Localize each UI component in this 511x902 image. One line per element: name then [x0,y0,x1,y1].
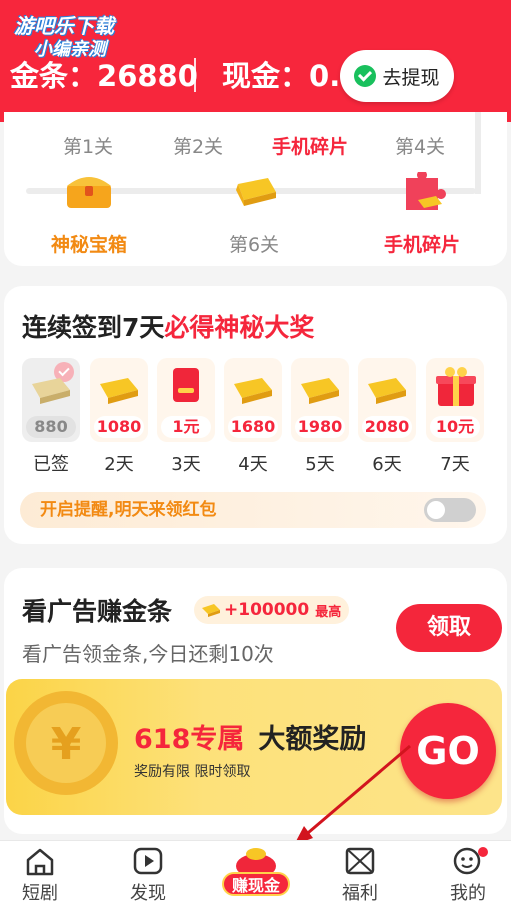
signin-day-3[interactable]: 1元 [157,358,215,442]
signin-day-amount: 1680 [228,416,278,438]
ads-title: 看广告赚金条 [22,597,173,626]
bonus-max: 最高 [315,604,342,620]
banner-headline: 618专属 大额奖励 [134,717,366,756]
gold-bar-icon [100,378,138,404]
signin-day-label: 4天 [238,454,268,475]
signin-day-amount: 1980 [295,416,345,438]
level-1: 第1关 [62,136,114,158]
watermark-line1: 游吧乐下载 [14,14,114,38]
gold-value: 26880 [97,59,198,93]
profile-icon [453,847,488,875]
home-icon [26,848,54,876]
signin-day-label: 6天 [372,454,402,475]
banner-subtext: 奖励有限 限时领取 [134,764,251,780]
cash-label: 现金： [222,59,310,93]
gift-box-icon [436,367,476,406]
nav-item-mine[interactable]: 我的 [428,841,508,902]
balance-divider [194,58,196,92]
nav-item-discover[interactable]: 发现 [108,841,188,902]
signin-title-plain: 连续签到7天 [22,313,165,342]
signin-day-4[interactable]: 1680 [224,358,282,442]
signin-day-5[interactable]: 1980 [291,358,349,442]
wechat-icon [354,65,377,87]
watermark: 游吧乐下载 小编亲测 [14,14,114,62]
banner-headline-red: 618专属 [134,724,245,755]
bonus-badge: +100000 最高 [194,596,350,624]
level-6: 第6关 [228,234,280,256]
nav-item-welfare[interactable]: 福利 [320,841,400,902]
banner-headline-dark: 大额奖励 [258,724,367,755]
nav-label: 福利 [342,883,378,902]
signin-day-amount: 880 [26,416,76,438]
level-3-phone-fragment: 手机碎片 [271,136,348,158]
red-packet-icon [173,368,199,402]
promo-banner[interactable]: ¥ 618专属 大额奖励 奖励有限 限时领取 GO [6,679,502,815]
gold-coin-icon: ¥ [14,691,118,795]
nav-label: 我的 [450,883,486,902]
level-7-phone-fragment: 手机碎片 [383,234,460,256]
nav-label: 短剧 [22,883,58,902]
withdraw-button[interactable]: 去提现 [340,50,454,102]
level-4: 第4关 [394,136,446,158]
signin-day-amount: 2080 [362,416,412,438]
treasure-chest-icon [67,177,111,208]
cash-balance: 现金：0. [222,56,340,96]
signin-day-label: 已签 [33,454,69,475]
signin-title-highlight: 必得神秘大奖 [164,313,315,342]
nav-item-earn-cash[interactable]: 赚现金 [214,846,298,902]
gold-bar-icon [301,378,339,404]
nav-label: 发现 [130,883,166,902]
gold-bar-icon [234,378,272,404]
gold-bar-icon [32,378,70,404]
signin-day-label: 5天 [305,454,335,475]
gift-grid-icon [345,847,375,875]
nav-item-drama[interactable]: 短剧 [0,841,80,902]
signin-day-6[interactable]: 2080 [358,358,416,442]
level-progress-card: 第1关 第2关 手机碎片 第4关 神秘宝箱 第6关 手机碎片 [4,112,507,266]
level-2: 第2关 [172,136,224,158]
signin-day-2[interactable]: 1080 [90,358,148,442]
gold-bar-icon [236,178,276,206]
go-button[interactable]: GO [400,703,496,799]
gold-balance: 金条：26880 [10,56,198,96]
gold-label: 金条： [10,59,98,93]
signin-title: 连续签到7天必得神秘大奖 [22,308,314,344]
svg-text:¥: ¥ [51,719,82,770]
signin-day-amount: 1080 [94,416,144,438]
gold-bar-icon [368,378,406,404]
claim-button[interactable]: 领取 [396,604,502,652]
earn-cash-label: 赚现金 [222,872,290,896]
signin-day-7[interactable]: 10元 [426,358,484,442]
ads-subtitle: 看广告领金条,今日还剩10次 [22,642,274,666]
signin-day-label: 7天 [440,454,470,475]
gold-bar-icon [202,604,220,617]
signin-day-amount: 1元 [161,416,211,438]
progress-track-vertical [475,112,481,194]
bonus-value: +100000 [224,600,310,620]
level-5-mystery-chest: 神秘宝箱 [50,234,127,256]
signin-day-amount: 10元 [430,416,480,438]
withdraw-label: 去提现 [382,66,440,89]
reminder-text: 开启提醒,明天来领红包 [40,500,217,520]
play-icon [133,847,163,875]
phone-fragment-icon [406,172,446,210]
signin-day-label: 2天 [104,454,134,475]
signin-day-1[interactable]: 880 [22,358,80,442]
signin-day-label: 3天 [171,454,201,475]
cash-value: 0. [309,59,341,93]
reminder-bar: 开启提醒,明天来领红包 [20,492,486,528]
reminder-toggle[interactable] [424,498,476,522]
signin-card: 连续签到7天必得神秘大奖 880 1080 1元 1680 1980 2080 … [4,286,507,544]
